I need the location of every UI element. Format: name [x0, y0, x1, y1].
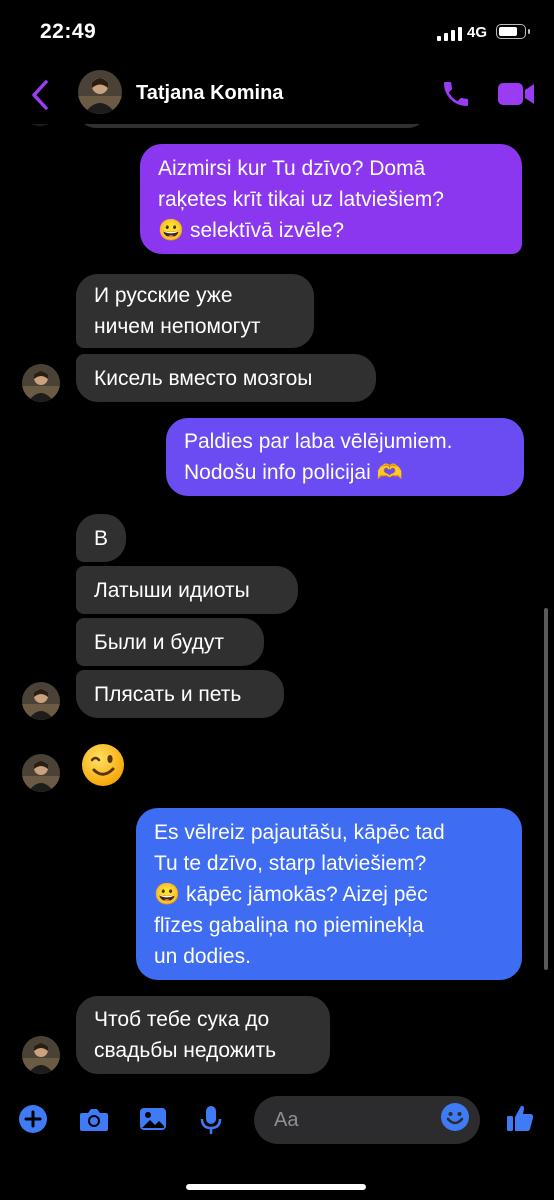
message-line: И русские уже — [94, 284, 233, 307]
message-bubble-incoming[interactable]: Плясать и петь — [76, 670, 284, 718]
message-list[interactable]: Aizmirsi kur Tu dzīvo? Domā raķetes krīt… — [0, 0, 554, 1090]
message-line: Es vēlreiz pajautāšu, kāpēc tad — [154, 820, 445, 844]
emoji-icon[interactable] — [440, 1102, 470, 1132]
phone-call-icon[interactable] — [440, 78, 472, 110]
add-icon[interactable] — [18, 1104, 48, 1134]
microphone-icon[interactable] — [198, 1104, 228, 1134]
home-indicator[interactable] — [186, 1184, 366, 1190]
contact-name[interactable]: Tatjana Komina — [136, 82, 283, 105]
conversation-header: Tatjana Komina — [0, 66, 554, 124]
message-line: свадьбы недожить — [94, 1039, 277, 1062]
message-line: Aizmirsi kur Tu dzīvo? Domā — [158, 156, 426, 180]
message-line: raķetes krīt tikai uz latviešiem? — [158, 187, 444, 211]
message-input-placeholder: Aa — [274, 1108, 299, 1131]
message-line: Tu te dzīvo, starp latviešiem? — [154, 851, 427, 875]
status-bar: 22:49 4G — [0, 0, 554, 66]
contact-avatar[interactable] — [22, 1036, 60, 1074]
contact-avatar[interactable] — [78, 70, 122, 114]
message-line: Латыши идиоты — [94, 578, 250, 602]
network-type: 4G — [467, 24, 488, 41]
message-bubble-incoming[interactable]: Кисель вместо мозгоы — [76, 354, 376, 402]
message-line: Были и будут — [94, 630, 224, 654]
message-line: ничем непомогут — [94, 315, 261, 338]
message-bubble-outgoing[interactable]: Es vēlreiz pajautāšu, kāpēc tad Tu te dz… — [136, 808, 522, 980]
signal-strength-icon — [437, 27, 463, 41]
message-line: Paldies par laba vēlējumiem. — [184, 430, 453, 453]
thumbs-up-icon[interactable] — [504, 1102, 534, 1132]
back-icon[interactable] — [26, 78, 56, 112]
message-bubble-incoming[interactable]: В — [76, 514, 126, 562]
message-bubble-incoming[interactable]: Чтоб тебе сука до свадьбы недожить — [76, 996, 330, 1074]
message-line: 😀 selektīvā izvēle? — [158, 218, 345, 242]
message-line: 😀 kāpēc jāmokās? Aizej pēc — [154, 882, 428, 906]
message-line: Nodošu info policijai 🫶 — [184, 461, 403, 484]
message-line: flīzes gabaliņa no pieminekļa — [154, 913, 424, 937]
battery-icon — [496, 24, 530, 39]
scrollbar[interactable] — [544, 608, 548, 970]
contact-avatar[interactable] — [22, 682, 60, 720]
clock: 22:49 — [40, 20, 97, 43]
message-bubble-incoming[interactable]: И русские уже ничем непомогут — [76, 274, 314, 348]
message-line: В — [94, 526, 109, 550]
message-line: Плясать и петь — [94, 682, 242, 706]
message-bubble-outgoing[interactable]: Paldies par laba vēlējumiem. Nodošu info… — [166, 418, 524, 496]
message-line: Чтоб тебе сука до — [94, 1008, 270, 1031]
message-line: un dodies. — [154, 944, 251, 968]
gallery-icon[interactable] — [138, 1104, 168, 1134]
contact-avatar[interactable] — [22, 754, 60, 792]
message-bubble-outgoing[interactable]: Aizmirsi kur Tu dzīvo? Domā raķetes krīt… — [140, 144, 522, 254]
message-bubble-incoming[interactable]: Латыши идиоты — [76, 566, 298, 614]
camera-icon[interactable] — [78, 1104, 108, 1134]
wink-emoji-message[interactable] — [80, 742, 126, 788]
message-bubble-incoming[interactable]: Были и будут — [76, 618, 264, 666]
video-call-icon[interactable] — [496, 80, 536, 108]
message-line: Кисель вместо мозгоы — [94, 366, 313, 390]
contact-avatar[interactable] — [22, 364, 60, 402]
